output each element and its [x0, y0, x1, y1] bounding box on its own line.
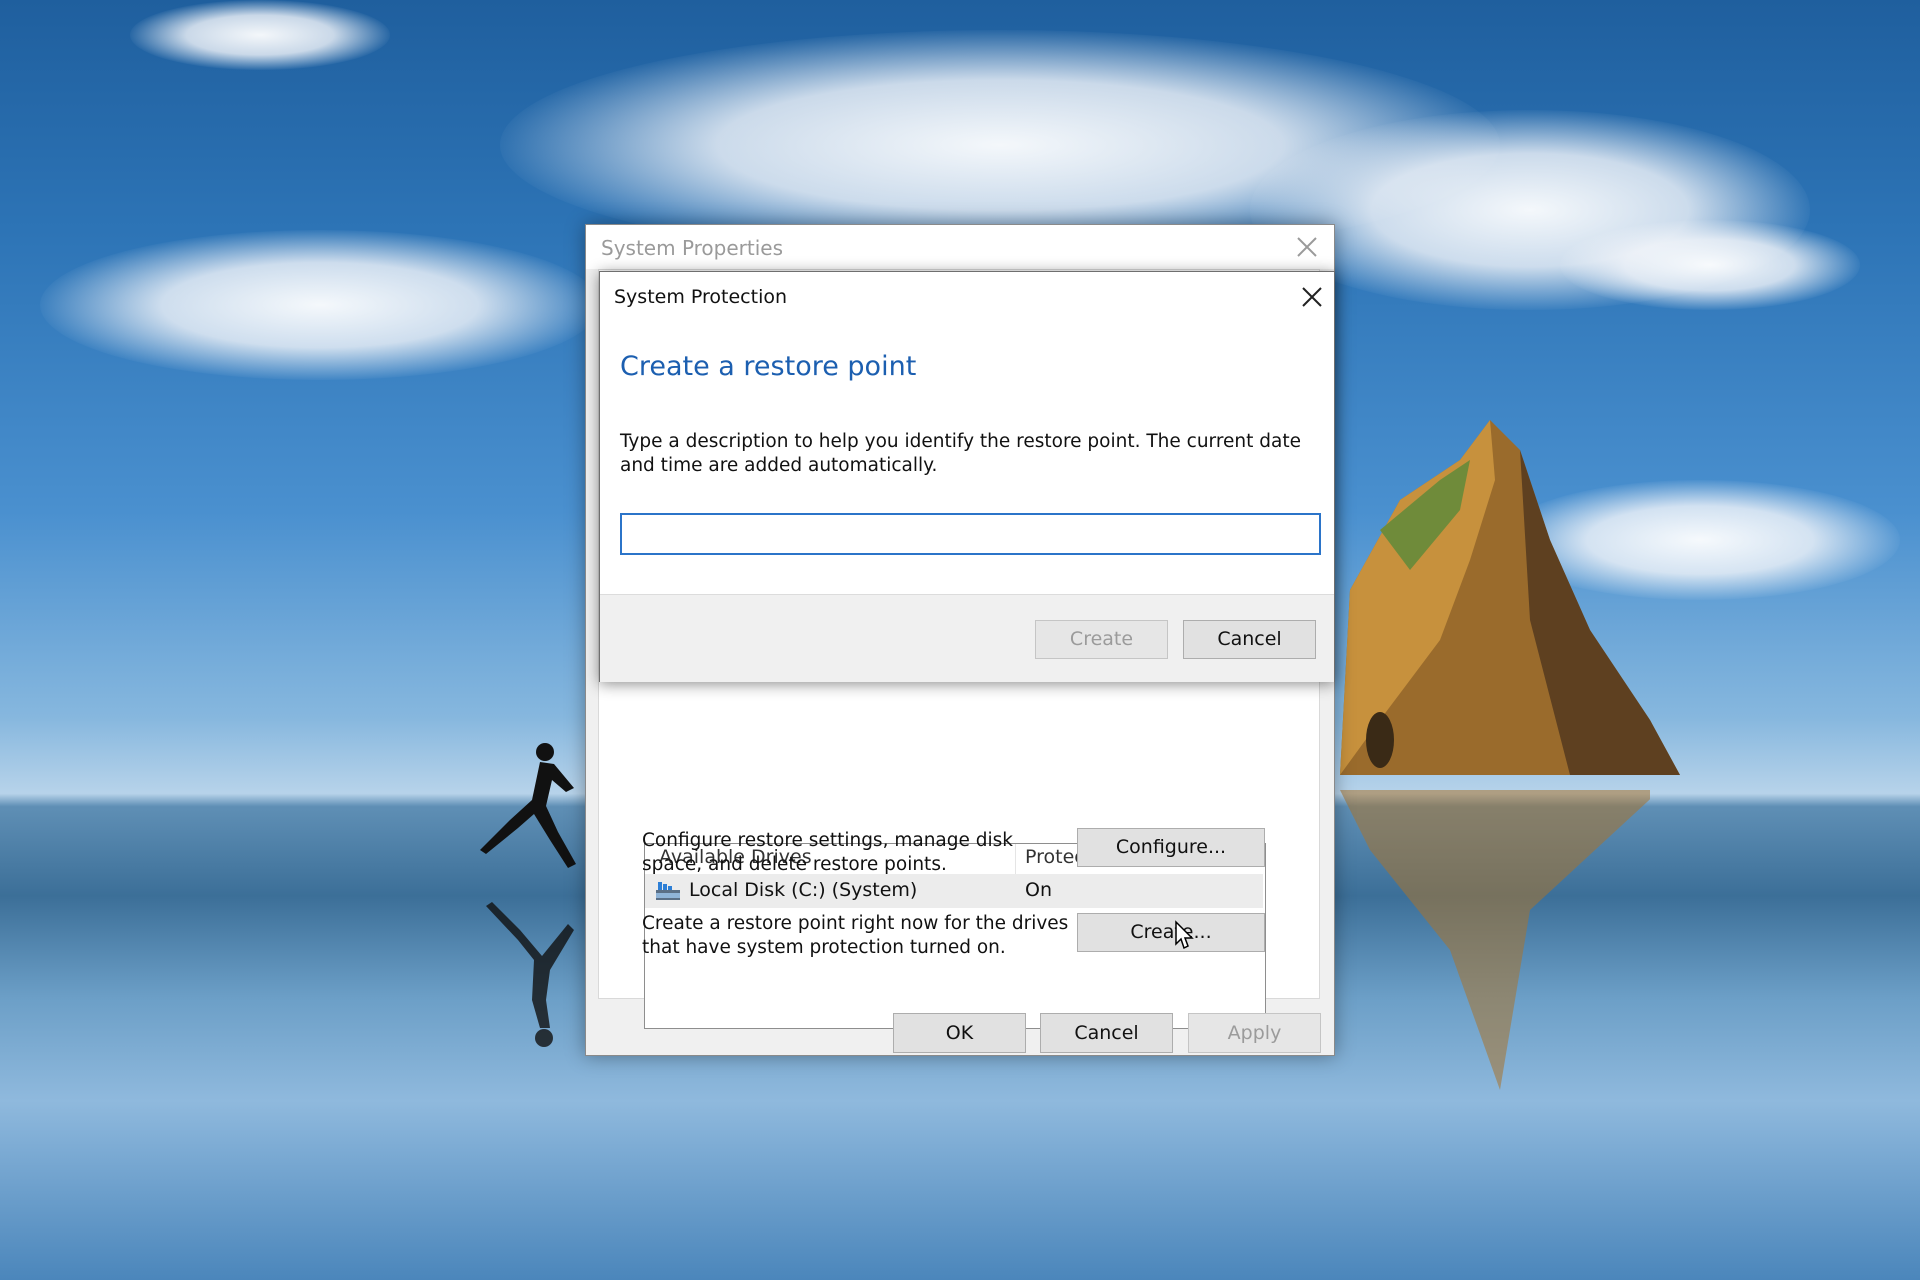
- create-description: Create a restore point right now for the…: [642, 912, 1072, 960]
- drive-protection-status: On: [1025, 879, 1052, 901]
- cloud: [130, 0, 390, 70]
- dialog-instruction: Type a description to help you identify …: [620, 431, 1301, 476]
- table-row[interactable]: Local Disk (C:) (System) On: [645, 874, 1263, 908]
- sea-rock: [1340, 420, 1680, 775]
- rock-reflection: [1340, 790, 1650, 1090]
- titlebar: System Properties: [586, 225, 1334, 269]
- configure-description: Configure restore settings, manage disk …: [642, 829, 1062, 877]
- mouse-pointer-icon: [1175, 920, 1194, 950]
- dialog-heading: Create a restore point: [620, 351, 917, 382]
- dialog-cancel-button[interactable]: Cancel: [1183, 620, 1316, 659]
- apply-button[interactable]: Apply: [1188, 1013, 1321, 1053]
- close-button[interactable]: [1292, 232, 1322, 262]
- dialog-close-button[interactable]: [1297, 282, 1327, 312]
- configure-button[interactable]: Configure...: [1077, 828, 1265, 867]
- runner-silhouette: [480, 743, 576, 868]
- configure-description-text: Configure restore settings, manage disk …: [642, 830, 1013, 875]
- create-description-text: Create a restore point right now for the…: [642, 913, 1069, 958]
- runner-reflection: [486, 902, 574, 1047]
- ok-button[interactable]: OK: [893, 1013, 1026, 1053]
- cloud: [1560, 220, 1860, 310]
- window-title: System Properties: [601, 236, 784, 260]
- cloud: [40, 230, 600, 380]
- system-protection-dialog: System Protection Create a restore point…: [599, 271, 1335, 682]
- dialog-footer: Create Cancel: [600, 594, 1334, 682]
- close-icon: [1302, 287, 1322, 307]
- cancel-button[interactable]: Cancel: [1040, 1013, 1173, 1053]
- drive-name: Local Disk (C:) (System): [689, 879, 918, 901]
- close-icon: [1297, 237, 1317, 257]
- dialog-create-button[interactable]: Create: [1035, 620, 1168, 659]
- dialog-caption: System Protection: [614, 286, 788, 308]
- drive-icon: [656, 882, 680, 900]
- restore-point-description-input[interactable]: [620, 513, 1321, 555]
